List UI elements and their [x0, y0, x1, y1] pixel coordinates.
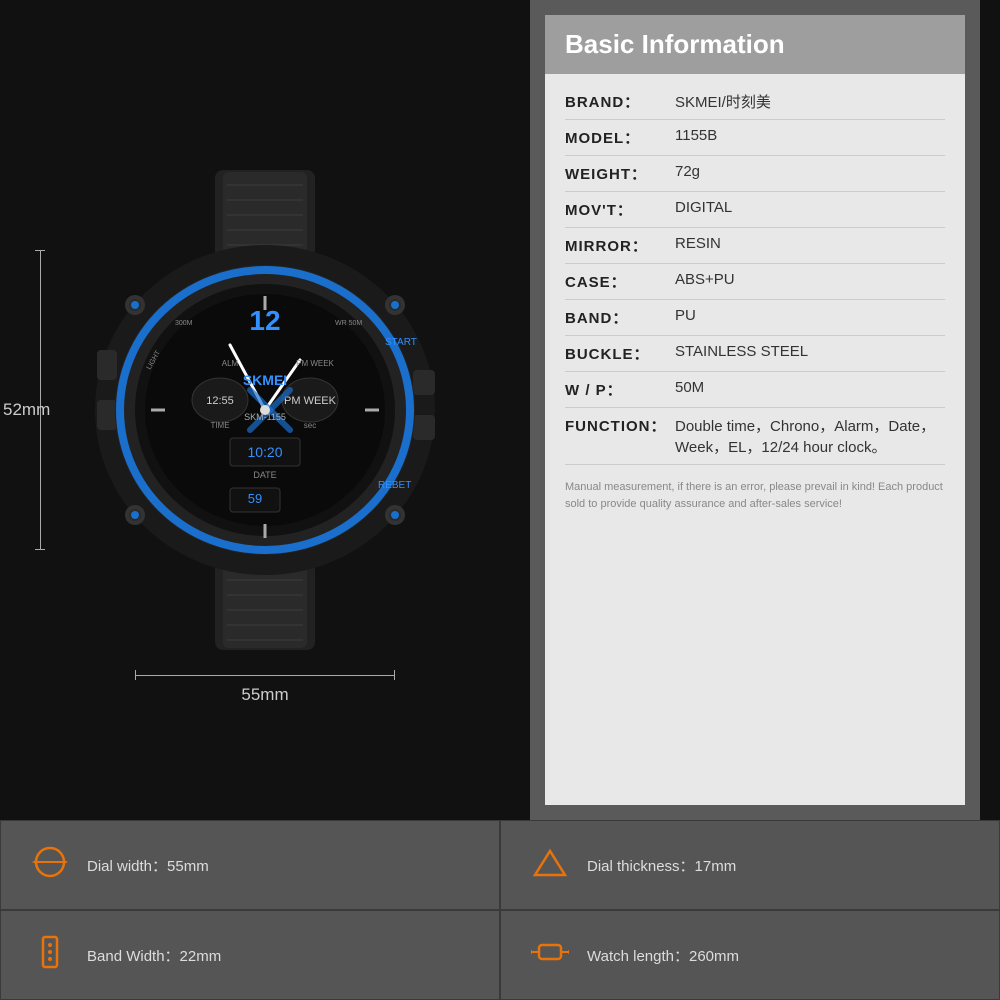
- svg-text:PM WEEK: PM WEEK: [296, 359, 334, 368]
- spec-val: 1155B: [675, 127, 945, 144]
- bottom-cell-label-2: Band Width：22mm: [87, 945, 221, 966]
- svg-text:PM WEEK: PM WEEK: [284, 395, 337, 407]
- specs-body: BRAND：SKMEI/时刻美MODEL：1155BWEIGHT：72gMOV'…: [545, 74, 965, 805]
- spec-row: FUNCTION：Double time，Chrono，Alarm，Date，W…: [565, 408, 945, 465]
- spec-val: 50M: [675, 379, 945, 396]
- bottom-bar: Dial width：55mm Dial thickness：17mm Band W…: [0, 820, 1000, 1000]
- svg-text:START: START: [385, 337, 417, 348]
- spec-val: DIGITAL: [675, 199, 945, 216]
- watch-image-area: 52mm 55mm: [0, 0, 530, 820]
- bottom-cell-1: Dial thickness：17mm: [500, 820, 1000, 910]
- svg-text:SKMEI: SKMEI: [243, 372, 287, 388]
- watch-length-icon: [531, 933, 569, 978]
- bottom-cell-2: Band Width：22mm: [0, 910, 500, 1000]
- info-panel: Basic Information BRAND：SKMEI/时刻美MODEL：1…: [530, 0, 980, 820]
- spec-key: WEIGHT：: [565, 163, 675, 184]
- dial-thickness-icon: [531, 843, 569, 888]
- spec-val: 72g: [675, 163, 945, 180]
- svg-text:ALM: ALM: [222, 359, 239, 368]
- spec-row: W / P：50M: [565, 372, 945, 408]
- spec-val: RESIN: [675, 235, 945, 252]
- spec-row: WEIGHT：72g: [565, 156, 945, 192]
- spec-row: BUCKLE：STAINLESS STEEL: [565, 336, 945, 372]
- info-card: Basic Information BRAND：SKMEI/时刻美MODEL：1…: [545, 15, 965, 805]
- width-label: 55mm: [241, 685, 288, 705]
- spec-val: PU: [675, 307, 945, 324]
- bottom-cell-3: Watch length：260mm: [500, 910, 1000, 1000]
- svg-text:12: 12: [249, 305, 280, 336]
- spec-val: ABS+PU: [675, 271, 945, 288]
- spec-row: MIRROR：RESIN: [565, 228, 945, 264]
- svg-text:REBET: REBET: [378, 480, 411, 491]
- spec-key: W / P：: [565, 379, 675, 400]
- spec-row: BAND：PU: [565, 300, 945, 336]
- bottom-cell-0: Dial width：55mm: [0, 820, 500, 910]
- svg-text:SKM-1155: SKM-1155: [244, 412, 286, 422]
- bottom-cell-label-1: Dial thickness：17mm: [587, 855, 736, 876]
- spec-val: Double time，Chrono，Alarm，Date，Week，EL，12…: [675, 415, 945, 457]
- page-title: Basic Information: [565, 29, 945, 60]
- svg-text:sec: sec: [304, 421, 316, 430]
- spec-row: CASE：ABS+PU: [565, 264, 945, 300]
- svg-text:59: 59: [248, 491, 262, 506]
- spec-key: MODEL：: [565, 127, 675, 148]
- svg-text:12:55: 12:55: [206, 395, 234, 407]
- dial-width-icon: [31, 843, 69, 888]
- bottom-cell-label-3: Watch length：260mm: [587, 945, 739, 966]
- spec-row: BRAND：SKMEI/时刻美: [565, 84, 945, 120]
- spec-val: STAINLESS STEEL: [675, 343, 945, 360]
- band-width-icon: [31, 933, 69, 978]
- spec-row: MODEL：1155B: [565, 120, 945, 156]
- spec-val: SKMEI/时刻美: [675, 91, 945, 112]
- svg-text:10:20: 10:20: [247, 444, 282, 460]
- info-header: Basic Information: [545, 15, 965, 74]
- spec-row: MOV'T：DIGITAL: [565, 192, 945, 228]
- spec-key: MOV'T：: [565, 199, 675, 220]
- svg-text:DATE: DATE: [253, 470, 276, 480]
- spec-key: BUCKLE：: [565, 343, 675, 364]
- info-note: Manual measurement, if there is an error…: [565, 473, 945, 512]
- svg-text:WR 50M: WR 50M: [335, 320, 362, 327]
- spec-key: BRAND：: [565, 91, 675, 112]
- spec-key: BAND：: [565, 307, 675, 328]
- height-label: 52mm: [3, 400, 50, 420]
- svg-text:TIME: TIME: [210, 421, 229, 430]
- bottom-cell-label-0: Dial width：55mm: [87, 855, 209, 876]
- spec-key: CASE：: [565, 271, 675, 292]
- spec-key: FUNCTION：: [565, 415, 675, 436]
- watch-illustration: 12 12:55 PM WEEK 10:20 DATE 59: [75, 170, 455, 650]
- width-dimension-line: [135, 670, 395, 680]
- svg-text:300M: 300M: [175, 320, 193, 327]
- spec-key: MIRROR：: [565, 235, 675, 256]
